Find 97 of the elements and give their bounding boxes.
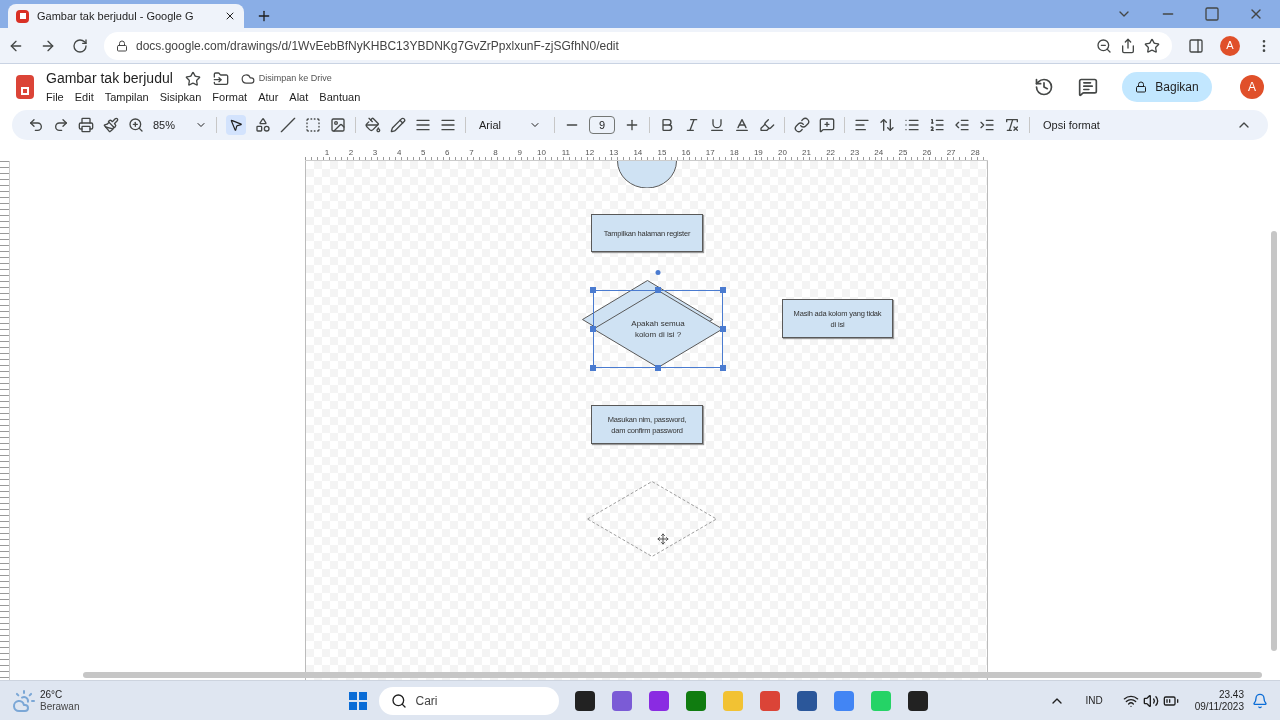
rotate-handle[interactable] — [655, 270, 661, 275]
line-icon[interactable] — [280, 117, 297, 133]
search-placeholder: Cari — [415, 692, 438, 710]
resize-handle[interactable] — [720, 326, 726, 332]
menu-item[interactable]: Alat — [289, 89, 309, 106]
resize-handle[interactable] — [655, 287, 661, 293]
font-size-field[interactable]: 9 — [589, 116, 616, 134]
shape-icon[interactable] — [255, 117, 272, 133]
tab-title: Gambar tak berjudul - Google G — [37, 8, 194, 24]
zoom-icon[interactable] — [128, 117, 144, 133]
highlight-icon[interactable] — [759, 117, 776, 133]
clock-date[interactable]: 09/11/2023 — [1194, 700, 1244, 713]
profile-avatar[interactable]: A — [1220, 35, 1240, 56]
address-bar[interactable]: docs.google.com/drawings/d/1WvEebBfNyKHBC13YBDNKg7GvZrPpxlxunF-zjSGfhN0/edit — [104, 31, 1172, 60]
start-icon[interactable] — [349, 691, 368, 710]
undo-icon[interactable] — [28, 117, 44, 133]
border-dash-icon[interactable] — [440, 117, 457, 133]
ruler-number: 5 — [401, 148, 426, 157]
link-icon[interactable] — [794, 117, 811, 133]
menu-item[interactable]: Atur — [258, 89, 279, 106]
image-icon[interactable] — [330, 117, 347, 133]
ruler-number: 6 — [425, 148, 450, 157]
side-panel-icon[interactable] — [1188, 37, 1204, 54]
taskbar-search[interactable]: Cari — [379, 686, 560, 715]
taskbar-app-icon[interactable] — [797, 690, 818, 711]
document-title[interactable]: Gambar tak berjudul — [46, 68, 173, 90]
reload-icon[interactable] — [72, 37, 88, 54]
menu-item[interactable]: File — [46, 89, 64, 106]
volume-icon[interactable] — [1142, 692, 1159, 709]
close-tab-icon[interactable] — [224, 10, 236, 22]
resize-handle[interactable] — [655, 365, 661, 371]
underline-icon[interactable] — [709, 117, 726, 133]
lock-icon — [1135, 81, 1148, 93]
resize-handle[interactable] — [590, 287, 596, 293]
new-tab-icon[interactable] — [256, 8, 272, 24]
vertical-scrollbar[interactable] — [1271, 231, 1277, 651]
drawings-logo-icon — [16, 9, 29, 23]
lock-icon — [116, 39, 128, 52]
menu-item[interactable]: Edit — [74, 89, 94, 106]
cloud-icon — [240, 71, 255, 86]
print-icon[interactable] — [78, 117, 94, 133]
resize-handle[interactable] — [720, 365, 726, 371]
cursor-icon — [229, 118, 244, 132]
border-weight-icon[interactable] — [415, 117, 432, 133]
temperature: 26°C — [40, 688, 64, 701]
taskbar-app-icon[interactable] — [908, 690, 929, 711]
shape-label: Apakah semua kolom di isi ? — [630, 318, 686, 340]
bulleted-list-icon[interactable] — [904, 117, 921, 133]
share-button[interactable]: Bagikan — [1122, 72, 1212, 102]
increase-indent-icon[interactable] — [979, 117, 996, 133]
text-box-icon[interactable] — [305, 117, 322, 133]
resize-handle[interactable] — [590, 365, 596, 371]
menu-item[interactable]: Tampilan — [104, 89, 149, 106]
drawings-logo-icon[interactable] — [16, 75, 34, 99]
user-avatar[interactable]: A — [1240, 75, 1264, 99]
resize-handle[interactable] — [720, 287, 726, 293]
redo-icon[interactable] — [53, 117, 69, 133]
clear-formatting-icon[interactable] — [1004, 117, 1021, 133]
menu-item[interactable]: Sisipkan — [159, 89, 202, 106]
zoom-out-icon[interactable] — [1096, 37, 1112, 54]
add-comment-icon[interactable] — [819, 117, 836, 133]
notification-icon[interactable] — [1252, 692, 1268, 709]
language-indicator[interactable]: IND — [1085, 693, 1103, 708]
resize-handle[interactable] — [590, 326, 596, 332]
ruler-number: 16 — [666, 148, 691, 157]
share-icon[interactable] — [1120, 37, 1136, 54]
select-tool-button[interactable] — [226, 115, 247, 135]
url-text: docs.google.com/drawings/d/1WvEebBfNyKHBC13YBDNKg7GvZrPpxlxunF-zjSGfhN0/edit — [136, 37, 620, 55]
fill-color-icon[interactable] — [365, 117, 382, 133]
comment-icon[interactable] — [1078, 77, 1098, 97]
menu-item[interactable]: Bantuan — [319, 89, 361, 106]
ruler-number: 27 — [931, 148, 956, 157]
move-cursor-icon — [657, 533, 669, 545]
line-spacing-icon[interactable] — [879, 117, 896, 133]
font-select[interactable]: Arial — [475, 116, 546, 134]
bookmark-icon[interactable] — [1144, 37, 1160, 54]
search-icon — [391, 692, 408, 709]
browser-tab[interactable]: Gambar tak berjudul - Google G — [8, 4, 244, 28]
history-icon[interactable] — [1034, 77, 1054, 97]
paint-format-icon[interactable] — [103, 117, 119, 133]
weather-text: Berawan — [40, 700, 80, 713]
zoom-select[interactable]: 85% — [153, 116, 208, 134]
decrease-indent-icon[interactable] — [954, 117, 971, 133]
taskbar-app-icon[interactable] — [575, 690, 596, 711]
numbered-list-icon[interactable] — [929, 117, 946, 133]
border-color-icon[interactable] — [390, 117, 407, 133]
format-options-button[interactable]: Opsi format — [1039, 116, 1104, 134]
ruler-number: 26 — [907, 148, 932, 157]
align-icon[interactable] — [854, 117, 871, 133]
clock-time[interactable]: 23.43 — [1218, 688, 1244, 701]
horizontal-scrollbar[interactable] — [83, 672, 1262, 678]
move-folder-icon[interactable] — [212, 70, 229, 87]
text-color-icon[interactable] — [734, 117, 751, 133]
maximize-icon[interactable] — [1204, 6, 1220, 22]
save-status: Disimpan ke Drive — [258, 72, 332, 85]
star-icon[interactable] — [184, 70, 201, 87]
menu-item[interactable]: Format — [212, 89, 248, 106]
